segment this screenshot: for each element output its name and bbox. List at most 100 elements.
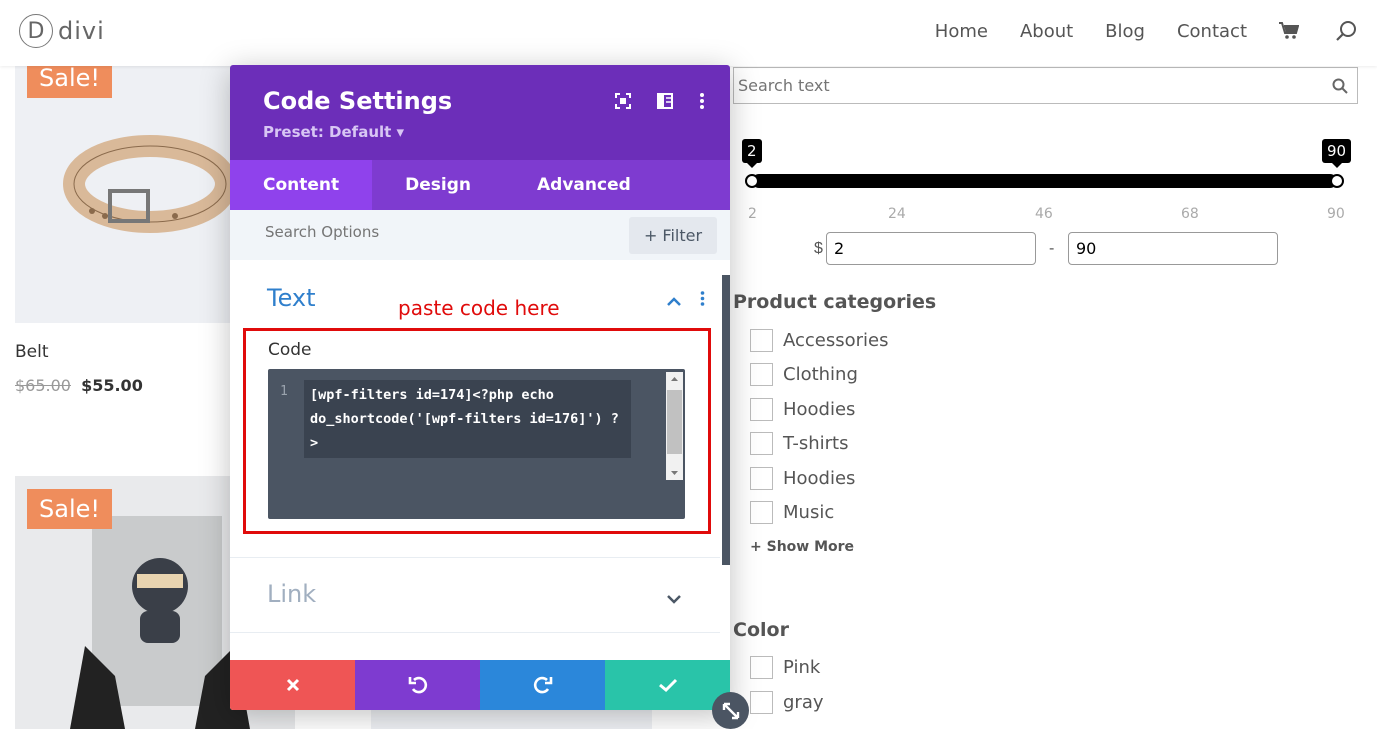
modal-scrollbar[interactable]: [722, 275, 730, 565]
search-icon[interactable]: [1332, 78, 1348, 99]
chevron-up-icon[interactable]: [667, 293, 681, 311]
price-separator: -: [1049, 240, 1055, 257]
color-item[interactable]: gray: [750, 691, 824, 714]
checkbox[interactable]: [750, 398, 773, 421]
more-options-icon[interactable]: [699, 93, 705, 109]
checkbox[interactable]: [750, 691, 773, 714]
code-field-label: Code: [268, 340, 312, 360]
price-min-tooltip: 2: [742, 139, 762, 168]
category-item[interactable]: Hoodies: [750, 398, 855, 421]
cart-icon[interactable]: [1279, 22, 1299, 40]
category-item[interactable]: Accessories: [750, 329, 889, 352]
code-scrollbar[interactable]: [666, 372, 683, 480]
resize-handle[interactable]: [712, 692, 749, 729]
nav-blog[interactable]: Blog: [1105, 21, 1145, 42]
fullscreen-icon[interactable]: [615, 93, 631, 109]
checkbox[interactable]: [750, 363, 773, 386]
checkbox[interactable]: [750, 656, 773, 679]
split-view-icon[interactable]: [657, 93, 673, 109]
price-min-input[interactable]: [826, 232, 1036, 265]
logo-text: divi: [58, 17, 105, 45]
section-title-text[interactable]: Text: [267, 284, 316, 312]
nav-home[interactable]: Home: [935, 21, 988, 42]
search-icon[interactable]: [1335, 20, 1357, 42]
undo-icon: [408, 676, 427, 694]
category-item[interactable]: Clothing: [750, 363, 858, 386]
undo-button[interactable]: [355, 660, 480, 710]
close-icon: [286, 678, 299, 692]
color-heading: Color: [733, 619, 789, 641]
section-title-link[interactable]: Link: [267, 580, 316, 608]
price-max-input[interactable]: [1068, 232, 1278, 265]
code-settings-modal: Code Settings Preset: Default ▾ Content …: [230, 65, 730, 710]
resize-icon: [722, 702, 739, 719]
category-item[interactable]: Music: [750, 501, 834, 524]
scroll-up-icon[interactable]: [666, 372, 683, 386]
modal-title: Code Settings: [263, 87, 453, 115]
category-label: Accessories: [783, 330, 889, 351]
scroll-down-icon[interactable]: [666, 466, 683, 480]
scrollbar-thumb[interactable]: [667, 390, 682, 454]
section-divider: [230, 557, 720, 558]
section-options-icon[interactable]: [700, 291, 705, 311]
category-item[interactable]: T-shirts: [750, 432, 848, 455]
code-editor[interactable]: 1 [wpf-filters id=174]<?php echo do_shor…: [268, 369, 685, 519]
logo-mark: D: [19, 14, 53, 48]
checkbox[interactable]: [750, 467, 773, 490]
color-item[interactable]: Pink: [750, 656, 820, 679]
search-options-input[interactable]: [265, 223, 565, 241]
product-name[interactable]: Belt: [15, 342, 49, 362]
main-nav: Home About Blog Contact: [935, 20, 1357, 42]
show-more-link[interactable]: + Show More: [750, 539, 854, 555]
checkbox[interactable]: [750, 432, 773, 455]
price-tick: 2: [748, 206, 757, 222]
text-section: Text paste code here Code 1 [wpf-filters…: [230, 260, 720, 560]
site-header: D divi Home About Blog Contact: [0, 0, 1377, 66]
old-price: $65.00: [15, 376, 71, 395]
filter-search-box: [733, 67, 1358, 104]
currency-symbol: $: [814, 240, 823, 257]
categories-heading: Product categories: [733, 291, 937, 313]
tab-design[interactable]: Design: [372, 160, 504, 210]
tab-advanced[interactable]: Advanced: [504, 160, 664, 210]
price-slider-max-handle[interactable]: [1330, 174, 1344, 188]
code-content[interactable]: [wpf-filters id=174]<?php echo do_shortc…: [304, 380, 631, 458]
modal-footer: [230, 660, 730, 710]
color-label: Pink: [783, 657, 821, 678]
category-label: Clothing: [783, 364, 858, 385]
category-item[interactable]: Hoodies: [750, 467, 855, 490]
price-max-tooltip: 90: [1322, 139, 1352, 168]
chevron-down-icon[interactable]: [667, 591, 681, 609]
annotation-label: paste code here: [398, 296, 560, 320]
price-tick: 68: [1181, 206, 1199, 222]
line-number: 1: [280, 384, 288, 399]
price-slider-min-handle[interactable]: [745, 174, 759, 188]
save-button[interactable]: [605, 660, 730, 710]
price-tick: 46: [1035, 206, 1053, 222]
category-label: Hoodies: [783, 399, 856, 420]
preset-dropdown[interactable]: Preset: Default ▾: [263, 123, 404, 141]
category-label: Hoodies: [783, 468, 856, 489]
redo-button[interactable]: [480, 660, 605, 710]
filter-button[interactable]: + Filter: [629, 217, 717, 254]
filter-search-input[interactable]: [734, 68, 1314, 103]
checkbox[interactable]: [750, 501, 773, 524]
modal-header-icons: [589, 93, 705, 109]
modal-tabs: Content Design Advanced: [230, 160, 730, 210]
category-label: Music: [783, 502, 835, 523]
site-logo[interactable]: D divi: [19, 14, 105, 48]
check-icon: [658, 678, 677, 693]
search-options-bar: + Filter: [230, 210, 730, 260]
nav-about[interactable]: About: [1020, 21, 1073, 42]
sale-badge: Sale!: [27, 489, 112, 529]
price-tick: 90: [1327, 206, 1345, 222]
price-slider-track[interactable]: [752, 174, 1337, 188]
modal-header: Code Settings Preset: Default ▾: [230, 65, 730, 160]
checkbox[interactable]: [750, 329, 773, 352]
category-label: T-shirts: [783, 433, 849, 454]
tab-content[interactable]: Content: [230, 160, 373, 210]
nav-contact[interactable]: Contact: [1177, 21, 1247, 42]
discard-button[interactable]: [230, 660, 355, 710]
section-divider: [230, 632, 720, 633]
price-tick: 24: [888, 206, 906, 222]
